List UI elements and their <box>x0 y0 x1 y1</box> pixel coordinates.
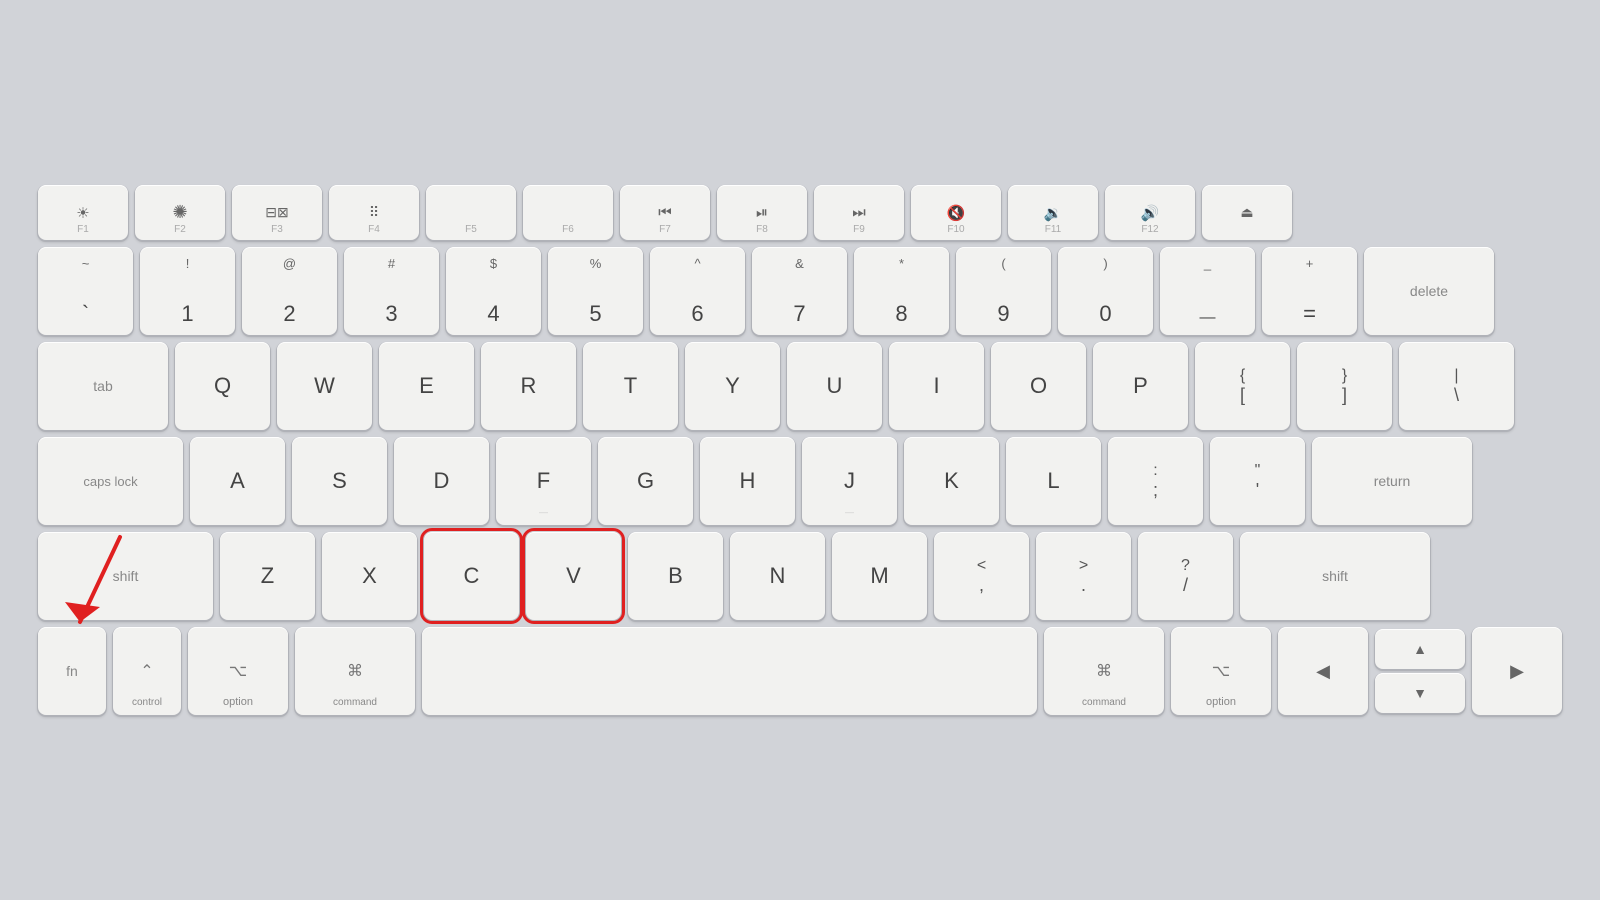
key-fn[interactable]: fn <box>38 627 106 715</box>
key-8[interactable]: * 8 <box>854 247 949 335</box>
key-f8[interactable]: ⏯ F8 <box>717 185 807 240</box>
fn-row: ☀ F1 ✺ F2 ⊟⊠ F3 ⠿ F4 F5 F6 ⏮ F7 <box>38 185 1562 240</box>
key-4[interactable]: $ 4 <box>446 247 541 335</box>
key-5[interactable]: % 5 <box>548 247 643 335</box>
key-t[interactable]: T <box>583 342 678 430</box>
key-l[interactable]: L <box>1006 437 1101 525</box>
key-u[interactable]: U <box>787 342 882 430</box>
key-minus[interactable]: _ — <box>1160 247 1255 335</box>
key-f1[interactable]: ☀ F1 <box>38 185 128 240</box>
key-o[interactable]: O <box>991 342 1086 430</box>
key-v[interactable]: V <box>526 532 621 620</box>
key-f4[interactable]: ⠿ F4 <box>329 185 419 240</box>
key-backslash[interactable]: | \ <box>1399 342 1514 430</box>
key-command-left[interactable]: ⌘ command <box>295 627 415 715</box>
key-arrow-right[interactable]: ▶ <box>1472 627 1562 715</box>
key-bracket-close[interactable]: } ] <box>1297 342 1392 430</box>
key-power[interactable]: ⏏ <box>1202 185 1292 240</box>
key-return[interactable]: return <box>1312 437 1472 525</box>
key-delete[interactable]: delete <box>1364 247 1494 335</box>
key-f10[interactable]: 🔇 F10 <box>911 185 1001 240</box>
key-h[interactable]: H <box>700 437 795 525</box>
key-9[interactable]: ( 9 <box>956 247 1051 335</box>
key-quote[interactable]: " ' <box>1210 437 1305 525</box>
key-caps-lock[interactable]: caps lock <box>38 437 183 525</box>
key-m[interactable]: M <box>832 532 927 620</box>
bottom-row: fn ⌃ control ⌥ option ⌘ command ⌘ comman… <box>38 627 1562 715</box>
key-bracket-open[interactable]: { [ <box>1195 342 1290 430</box>
num-row: ~ ` ! 1 @ 2 # 3 $ 4 % 5 ^ 6 & 7 <box>38 247 1562 335</box>
key-p[interactable]: P <box>1093 342 1188 430</box>
key-1[interactable]: ! 1 <box>140 247 235 335</box>
key-0[interactable]: ) 0 <box>1058 247 1153 335</box>
key-f12[interactable]: 🔊 F12 <box>1105 185 1195 240</box>
asdf-row: caps lock A S D F — G H J — K L : ; " ' … <box>38 437 1562 525</box>
key-space[interactable] <box>422 627 1037 715</box>
keyboard: ☀ F1 ✺ F2 ⊟⊠ F3 ⠿ F4 F5 F6 ⏮ F7 <box>20 167 1580 733</box>
key-d[interactable]: D <box>394 437 489 525</box>
key-shift-right[interactable]: shift <box>1240 532 1430 620</box>
arrow-up-down-group: ▲ ▼ <box>1375 629 1465 713</box>
key-period[interactable]: > . <box>1036 532 1131 620</box>
key-f2[interactable]: ✺ F2 <box>135 185 225 240</box>
key-f3[interactable]: ⊟⊠ F3 <box>232 185 322 240</box>
key-z[interactable]: Z <box>220 532 315 620</box>
key-w[interactable]: W <box>277 342 372 430</box>
key-f11[interactable]: 🔉 F11 <box>1008 185 1098 240</box>
key-arrow-up[interactable]: ▲ <box>1375 629 1465 669</box>
key-6[interactable]: ^ 6 <box>650 247 745 335</box>
key-f9[interactable]: ⏭ F9 <box>814 185 904 240</box>
key-b[interactable]: B <box>628 532 723 620</box>
key-f6[interactable]: F6 <box>523 185 613 240</box>
key-semicolon[interactable]: : ; <box>1108 437 1203 525</box>
key-x[interactable]: X <box>322 532 417 620</box>
key-e[interactable]: E <box>379 342 474 430</box>
key-arrow-left[interactable]: ◀ <box>1278 627 1368 715</box>
key-q[interactable]: Q <box>175 342 270 430</box>
zxcv-row: shift Z X C V B N M < , > . ? / shift <box>38 532 1562 620</box>
key-comma[interactable]: < , <box>934 532 1029 620</box>
key-s[interactable]: S <box>292 437 387 525</box>
key-backtick[interactable]: ~ ` <box>38 247 133 335</box>
key-y[interactable]: Y <box>685 342 780 430</box>
key-j[interactable]: J — <box>802 437 897 525</box>
key-k[interactable]: K <box>904 437 999 525</box>
key-g[interactable]: G <box>598 437 693 525</box>
key-option-right[interactable]: ⌥ option <box>1171 627 1271 715</box>
key-f5[interactable]: F5 <box>426 185 516 240</box>
key-r[interactable]: R <box>481 342 576 430</box>
key-a[interactable]: A <box>190 437 285 525</box>
key-control[interactable]: ⌃ control <box>113 627 181 715</box>
key-c[interactable]: C <box>424 532 519 620</box>
qwerty-row: tab Q W E R T Y U I O P { [ } ] | \ <box>38 342 1562 430</box>
key-f7[interactable]: ⏮ F7 <box>620 185 710 240</box>
key-option-left[interactable]: ⌥ option <box>188 627 288 715</box>
key-7[interactable]: & 7 <box>752 247 847 335</box>
key-tab[interactable]: tab <box>38 342 168 430</box>
key-shift-left[interactable]: shift <box>38 532 213 620</box>
key-3[interactable]: # 3 <box>344 247 439 335</box>
key-2[interactable]: @ 2 <box>242 247 337 335</box>
key-equal[interactable]: + = <box>1262 247 1357 335</box>
key-slash[interactable]: ? / <box>1138 532 1233 620</box>
key-n[interactable]: N <box>730 532 825 620</box>
key-f[interactable]: F — <box>496 437 591 525</box>
key-i[interactable]: I <box>889 342 984 430</box>
key-arrow-down[interactable]: ▼ <box>1375 673 1465 713</box>
key-command-right[interactable]: ⌘ command <box>1044 627 1164 715</box>
